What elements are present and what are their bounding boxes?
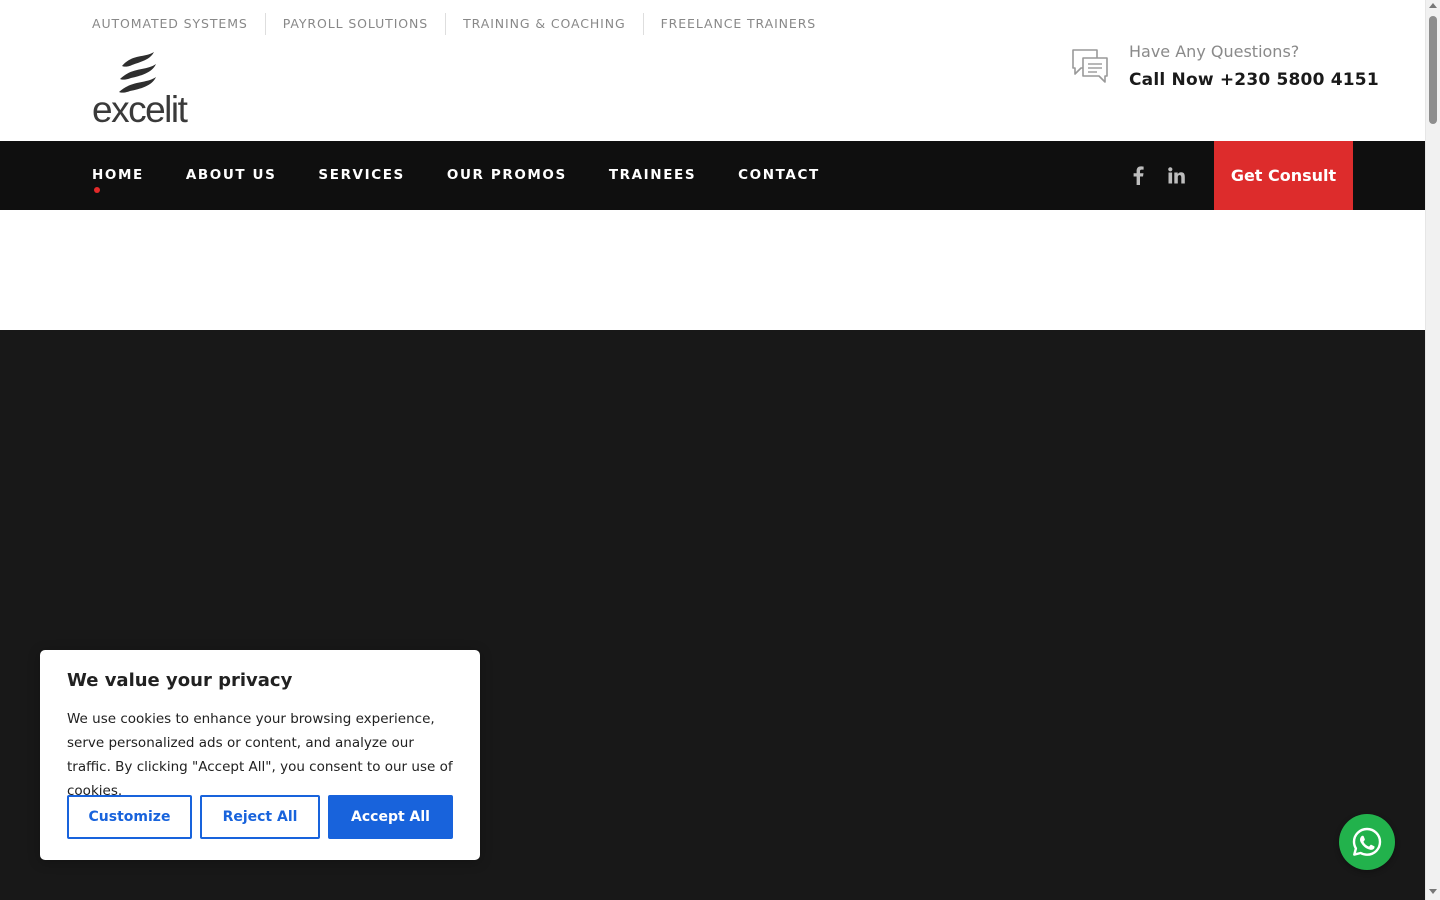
contact-question: Have Any Questions?	[1129, 42, 1300, 61]
facebook-icon[interactable]	[1128, 141, 1148, 210]
scroll-up-icon[interactable]	[1429, 3, 1437, 8]
nav-item-our-promos[interactable]: OUR PROMOS	[447, 141, 567, 210]
scroll-thumb[interactable]	[1429, 16, 1437, 124]
top-link-freelance-trainers[interactable]: FREELANCE TRAINERS	[642, 13, 834, 35]
get-consult-button[interactable]: Get Consult	[1214, 141, 1353, 210]
logo[interactable]: excelit	[92, 52, 202, 128]
top-link-automated-systems[interactable]: AUTOMATED SYSTEMS	[92, 13, 265, 35]
hero-top-band	[0, 210, 1425, 330]
site-header: AUTOMATED SYSTEMS PAYROLL SOLUTIONS TRAI…	[0, 0, 1425, 141]
nav-item-about-us[interactable]: ABOUT US	[186, 141, 277, 210]
nav-item-services[interactable]: SERVICES	[318, 141, 404, 210]
active-indicator-dot	[94, 187, 100, 193]
linkedin-icon[interactable]	[1164, 141, 1188, 210]
contact-phone-link[interactable]: Call Now +230 5800 4151	[1129, 64, 1379, 96]
nav-item-contact[interactable]: CONTACT	[738, 141, 820, 210]
contact-text: Have Any Questions? Call Now +230 5800 4…	[1129, 40, 1379, 96]
reject-all-button[interactable]: Reject All	[200, 795, 320, 839]
cookie-description: We use cookies to enhance your browsing …	[67, 711, 453, 799]
scroll-down-icon[interactable]	[1429, 889, 1437, 894]
whatsapp-icon[interactable]	[1339, 814, 1395, 870]
contact-block: Have Any Questions? Call Now +230 5800 4…	[1070, 40, 1379, 96]
customize-button[interactable]: Customize	[67, 795, 192, 839]
nav-item-trainees[interactable]: TRAINEES	[609, 141, 696, 210]
page: AUTOMATED SYSTEMS PAYROLL SOLUTIONS TRAI…	[0, 0, 1425, 900]
nav-item-home[interactable]: HOME	[92, 141, 144, 210]
page-scrollbar[interactable]	[1425, 0, 1440, 900]
cookie-consent-banner: We value your privacy We use cookies to …	[40, 650, 480, 860]
chat-bubbles-icon	[1072, 49, 1108, 83]
top-link-training-coaching[interactable]: TRAINING & COACHING	[445, 13, 642, 35]
top-links: AUTOMATED SYSTEMS PAYROLL SOLUTIONS TRAI…	[92, 13, 833, 35]
cookie-title: We value your privacy	[67, 670, 293, 691]
nav-item-label: HOME	[92, 167, 144, 183]
main-navbar: HOME ABOUT US SERVICES OUR PROMOS TRAINE…	[0, 141, 1425, 210]
top-link-payroll-solutions[interactable]: PAYROLL SOLUTIONS	[264, 13, 445, 35]
logo-text: excelit	[92, 89, 188, 130]
accept-all-button[interactable]: Accept All	[328, 795, 453, 839]
nav-items: HOME ABOUT US SERVICES OUR PROMOS TRAINE…	[92, 141, 862, 210]
